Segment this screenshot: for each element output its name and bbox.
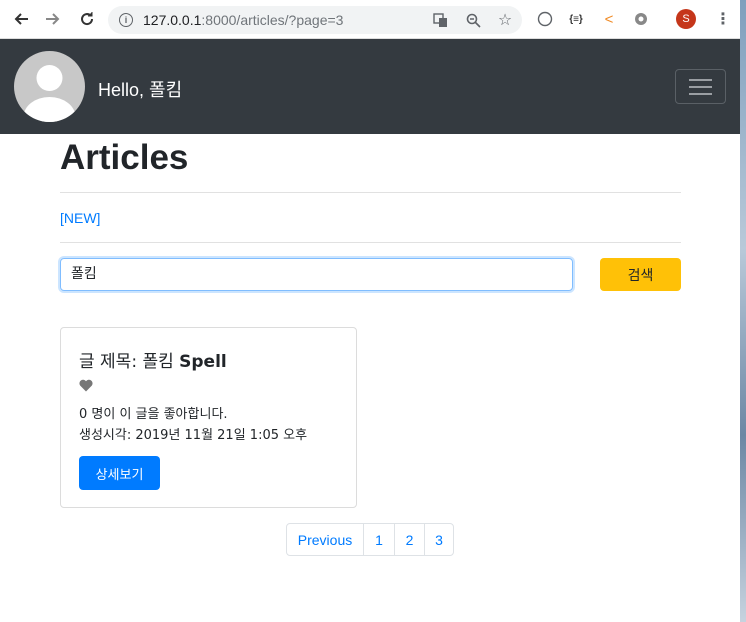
detail-button[interactable]: 상세보기: [79, 456, 160, 490]
settings-extension-icon[interactable]: [632, 10, 650, 28]
url-host: 127.0.0.1: [143, 12, 202, 28]
forward-icon[interactable]: [42, 8, 64, 30]
address-bar[interactable]: i 127.0.0.1:8000/articles/?page=3 ☆: [108, 6, 522, 34]
navbar-toggler-button[interactable]: [675, 69, 726, 104]
article-card: 글 제목: 폴킴 Spell 0 명이 이 글을 좋아합니다. 생성시각: 20…: [60, 327, 357, 508]
url-path: :8000/articles/?page=3: [201, 12, 344, 28]
desktop-background-edge: [740, 0, 746, 622]
user-avatar: [14, 51, 85, 122]
created-time-text: 생성시각: 2019년 11월 21일 1:05 오후: [79, 428, 308, 443]
reload-icon[interactable]: [76, 8, 98, 30]
article-title-prefix: 글 제목: 폴킴: [79, 352, 180, 372]
back-icon[interactable]: [10, 8, 32, 30]
search-input[interactable]: 폴킴: [60, 258, 573, 291]
menu-dots-icon[interactable]: ⋮: [714, 10, 732, 28]
translate-icon[interactable]: [431, 11, 449, 29]
new-article-link[interactable]: [NEW]: [60, 210, 100, 226]
json-extension-icon[interactable]: {≡}: [567, 10, 585, 28]
profile-avatar[interactable]: S: [676, 9, 696, 29]
extension-circle-icon[interactable]: [536, 10, 554, 28]
zoom-icon[interactable]: [464, 11, 482, 29]
divider: [60, 192, 681, 193]
heart-icon[interactable]: [79, 379, 93, 396]
page-link-1[interactable]: 1: [363, 524, 394, 555]
browser-toolbar: i 127.0.0.1:8000/articles/?page=3 ☆ {≡} …: [0, 0, 746, 39]
page-link-3[interactable]: 3: [424, 524, 453, 555]
like-count-text: 0 명이 이 글을 좋아합니다.: [79, 407, 228, 422]
search-button[interactable]: 검색: [600, 258, 681, 291]
pagination: Previous 1 2 3: [286, 523, 454, 556]
star-icon[interactable]: ☆: [496, 11, 514, 29]
page-previous-link[interactable]: Previous: [287, 524, 363, 555]
navbar: Hello, 폴킴: [0, 39, 740, 134]
greeting-text: Hello, 폴킴: [98, 80, 183, 100]
url-text: 127.0.0.1:8000/articles/?page=3: [143, 12, 343, 28]
page-link-2[interactable]: 2: [394, 524, 424, 555]
hamburger-icon: [689, 79, 712, 81]
info-icon[interactable]: i: [119, 13, 133, 27]
article-title-name: Spell: [179, 352, 227, 372]
article-title: 글 제목: 폴킴 Spell: [79, 347, 227, 372]
divider: [60, 242, 681, 243]
page-title: Articles: [60, 138, 189, 177]
share-extension-icon[interactable]: <: [600, 10, 618, 28]
